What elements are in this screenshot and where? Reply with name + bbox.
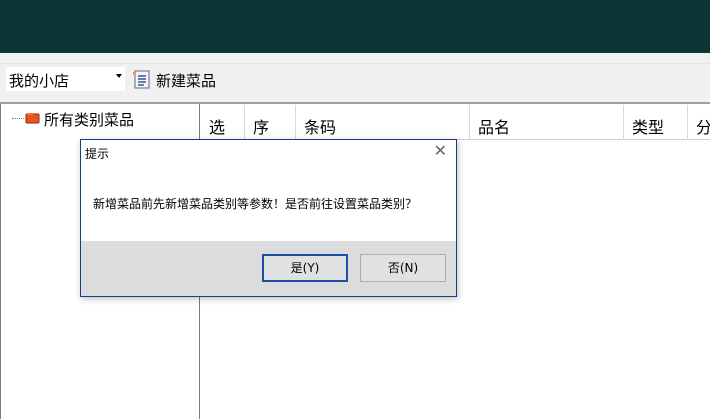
no-button[interactable]: 否(N) <box>360 254 446 282</box>
column-header-type[interactable]: 类型 <box>624 105 688 140</box>
dialog-message: 新增菜品前先新增菜品类别等参数！是否前往设置菜品类别？ <box>93 197 418 211</box>
column-header-name[interactable]: 品名 <box>470 105 624 140</box>
column-header-barcode[interactable]: 条码 <box>296 105 470 140</box>
close-icon[interactable]: ✕ <box>434 143 447 159</box>
yes-button[interactable]: 是(Y) <box>262 254 348 282</box>
column-header-select[interactable]: 选 <box>201 105 245 140</box>
column-header-category[interactable]: 分 <box>688 105 710 140</box>
tree-connector <box>12 118 24 119</box>
new-dish-button[interactable]: 新建菜品 <box>156 70 216 91</box>
chevron-down-icon[interactable] <box>116 74 122 78</box>
dialog-title: 提示 <box>85 147 110 161</box>
store-select[interactable]: 我的小店 <box>5 66 126 92</box>
store-select-value: 我的小店 <box>9 72 70 90</box>
window-titlebar <box>0 0 710 53</box>
column-header-index[interactable]: 序 <box>245 105 296 140</box>
tree-item-all-categories[interactable]: 所有类别菜品 <box>44 109 134 130</box>
prompt-dialog: 提示 ✕ 新增菜品前先新增菜品类别等参数！是否前往设置菜品类别？ 是(Y) 否(… <box>80 139 457 297</box>
toolbar-divider <box>0 63 710 64</box>
orange-folder-icon <box>25 113 40 124</box>
document-list-icon[interactable] <box>133 70 150 89</box>
